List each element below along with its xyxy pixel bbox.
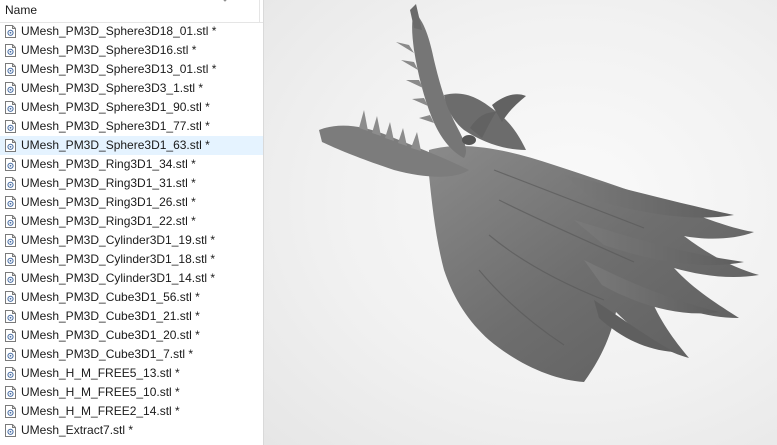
3d-viewport[interactable] [264,0,777,445]
stl-file-icon [5,234,16,247]
sort-chevron-icon [223,0,227,2]
stl-file-icon [5,405,16,418]
stl-file-icon [5,158,16,171]
file-name-label: UMesh_PM3D_Cylinder3D1_19.stl * [21,233,216,247]
file-name-label: UMesh_PM3D_Cube3D1_20.stl * [21,328,200,342]
model-horn-tip [410,4,422,30]
file-list-item[interactable]: UMesh_PM3D_Cylinder3D1_19.stl * [0,231,263,250]
file-list: UMesh_PM3D_Sphere3D18_01.stl * UMesh_PM3D… [0,22,263,440]
stl-file-icon [5,177,16,190]
file-list-item[interactable]: UMesh_PM3D_Cylinder3D1_14.stl * [0,269,263,288]
file-list-item[interactable]: UMesh_PM3D_Sphere3D18_01.stl * [0,22,263,41]
app-window: Name UMesh_PM3D_Sphere3D18_01.stl * UMesh… [0,0,777,445]
file-name-label: UMesh_PM3D_Cube3D1_21.stl * [21,309,200,323]
stl-file-icon [5,196,16,209]
file-name-label: UMesh_PM3D_Cylinder3D1_18.stl * [21,252,216,266]
file-name-label: UMesh_PM3D_Sphere3D13_01.stl * [21,62,217,76]
stl-file-icon [5,348,16,361]
file-list-item[interactable]: UMesh_PM3D_Ring3D1_26.stl * [0,193,263,212]
file-name-label: UMesh_PM3D_Ring3D1_31.stl * [21,176,196,190]
file-name-label: UMesh_H_M_FREE5_13.stl * [21,366,180,380]
stl-file-icon [5,120,16,133]
file-name-label: UMesh_PM3D_Ring3D1_22.stl * [21,214,196,228]
file-list-item[interactable]: UMesh_PM3D_Sphere3D16.stl * [0,41,263,60]
file-name-label: UMesh_PM3D_Sphere3D16.stl * [21,43,197,57]
stl-file-icon [5,424,16,437]
file-list-item[interactable]: UMesh_PM3D_Cube3D1_56.stl * [0,288,263,307]
file-name-label: UMesh_H_M_FREE2_14.stl * [21,404,180,418]
file-name-label: UMesh_PM3D_Cylinder3D1_14.stl * [21,271,216,285]
file-list-item[interactable]: UMesh_PM3D_Sphere3D3_1.stl * [0,79,263,98]
file-name-label: UMesh_H_M_FREE5_10.stl * [21,385,180,399]
file-name-label: UMesh_PM3D_Ring3D1_34.stl * [21,157,196,171]
column-header-name[interactable]: Name [0,0,263,23]
stl-file-icon [5,44,16,57]
file-list-item[interactable]: UMesh_PM3D_Ring3D1_34.stl * [0,155,263,174]
stl-file-icon [5,291,16,304]
file-list-item[interactable]: UMesh_PM3D_Sphere3D13_01.stl * [0,60,263,79]
file-name-label: UMesh_PM3D_Sphere3D1_90.stl * [21,100,210,114]
stl-file-icon [5,253,16,266]
stl-file-icon [5,101,16,114]
file-list-item[interactable]: UMesh_PM3D_Cylinder3D1_18.stl * [0,250,263,269]
file-name-label: UMesh_PM3D_Sphere3D1_77.stl * [21,119,210,133]
file-name-label: UMesh_PM3D_Ring3D1_26.stl * [21,195,196,209]
stl-file-icon [5,386,16,399]
stl-file-icon [5,367,16,380]
file-list-item[interactable]: UMesh_H_M_FREE5_13.stl * [0,364,263,383]
file-name-label: UMesh_PM3D_Cube3D1_56.stl * [21,290,200,304]
stl-file-icon [5,272,16,285]
file-list-item[interactable]: UMesh_H_M_FREE2_14.stl * [0,402,263,421]
file-list-item[interactable]: UMesh_PM3D_Sphere3D1_63.stl * [0,136,263,155]
column-divider[interactable] [259,0,260,22]
stl-file-icon [5,25,16,38]
file-list-item[interactable]: UMesh_PM3D_Ring3D1_31.stl * [0,174,263,193]
stl-file-icon [5,215,16,228]
file-list-item[interactable]: UMesh_Extract7.stl * [0,421,263,440]
stl-file-icon [5,329,16,342]
file-list-panel: Name UMesh_PM3D_Sphere3D18_01.stl * UMesh… [0,0,264,445]
dragon-head-model[interactable] [264,0,777,445]
stl-file-icon [5,82,16,95]
file-list-item[interactable]: UMesh_PM3D_Sphere3D1_90.stl * [0,98,263,117]
file-list-item[interactable]: UMesh_H_M_FREE5_10.stl * [0,383,263,402]
file-name-label: UMesh_PM3D_Sphere3D3_1.stl * [21,81,204,95]
file-name-label: UMesh_PM3D_Sphere3D1_63.stl * [21,138,210,152]
file-list-item[interactable]: UMesh_PM3D_Sphere3D1_77.stl * [0,117,263,136]
file-name-label: UMesh_PM3D_Cube3D1_7.stl * [21,347,194,361]
file-list-item[interactable]: UMesh_PM3D_Cube3D1_21.stl * [0,307,263,326]
stl-file-icon [5,63,16,76]
file-list-item[interactable]: UMesh_PM3D_Ring3D1_22.stl * [0,212,263,231]
file-name-label: UMesh_PM3D_Sphere3D18_01.stl * [21,24,217,38]
file-list-item[interactable]: UMesh_PM3D_Cube3D1_7.stl * [0,345,263,364]
stl-file-icon [5,310,16,323]
model-eye [462,135,476,145]
file-list-item[interactable]: UMesh_PM3D_Cube3D1_20.stl * [0,326,263,345]
file-name-label: UMesh_Extract7.stl * [21,423,134,437]
column-header-label: Name [5,3,38,17]
stl-file-icon [5,139,16,152]
